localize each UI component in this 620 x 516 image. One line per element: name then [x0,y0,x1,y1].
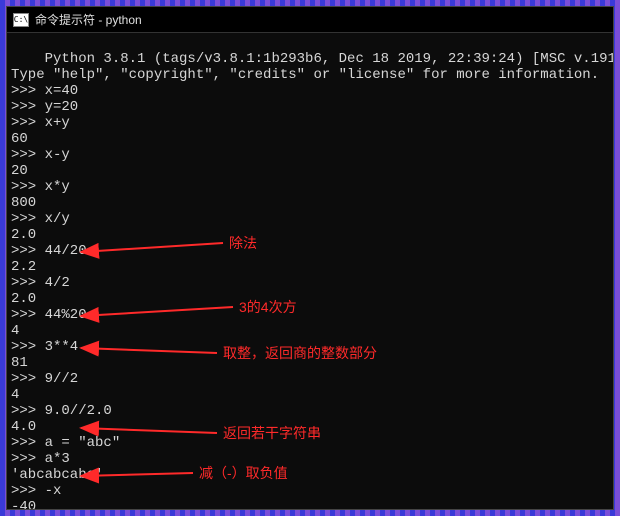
repl-line: 4 [11,323,19,339]
repl-line: >>> x=40 [11,83,78,99]
repl-line: >>> x/y [11,211,70,227]
repl-line: 2.0 [11,227,36,243]
repl-line: >>> -x [11,483,61,499]
repl-line: >>> 3**4 [11,339,78,355]
banner-line: Type "help", "copyright", "credits" or "… [11,67,599,83]
repl-line: >>> 44/20 [11,243,87,259]
annotation-label: 减（-）取负值 [199,465,288,481]
annotation-label: 除法 [229,235,257,251]
annotation-arrow [81,348,217,353]
window-title: 命令提示符 - python [35,11,142,28]
repl-line: >>> x-y [11,147,70,163]
repl-line: 800 [11,195,36,211]
repl-line: >>> y=20 [11,99,78,115]
repl-line: 81 [11,355,28,371]
annotation-arrow [81,243,223,252]
terminal[interactable]: Python 3.8.1 (tags/v3.8.1:1b293b6, Dec 1… [7,33,613,509]
repl-line: 2.0 [11,291,36,307]
annotation-label: 返回若干字符串 [223,425,321,441]
repl-line: >>> 4/2 [11,275,70,291]
annotation-arrow [81,428,217,433]
titlebar[interactable]: C:\ 命令提示符 - python [7,7,613,33]
repl-line: >>> a*3 [11,451,70,467]
repl-line: 4.0 [11,419,36,435]
repl-line: >>> x*y [11,179,70,195]
repl-line: >>> 44%20 [11,307,87,323]
repl-line: >>> a = "abc" [11,435,120,451]
cmd-icon: C:\ [13,13,29,27]
repl-line: >>> x+y [11,115,70,131]
repl-line: 'abcabcabc' [11,467,103,483]
cmd-window: C:\ 命令提示符 - python Python 3.8.1 (tags/v3… [6,6,614,510]
repl-line: >>> 9.0//2.0 [11,403,112,419]
annotation-label: 取整，返回商的整数部分 [223,345,377,361]
banner-line: Python 3.8.1 (tags/v3.8.1:1b293b6, Dec 1… [45,51,613,67]
repl-line: -40 [11,499,36,509]
annotation-label: 3的4次方 [239,299,297,315]
repl-line: 4 [11,387,19,403]
repl-line: >>> 9//2 [11,371,78,387]
repl-line: 60 [11,131,28,147]
repl-line: 2.2 [11,259,36,275]
annotation-arrow [81,307,233,316]
repl-line: 20 [11,163,28,179]
